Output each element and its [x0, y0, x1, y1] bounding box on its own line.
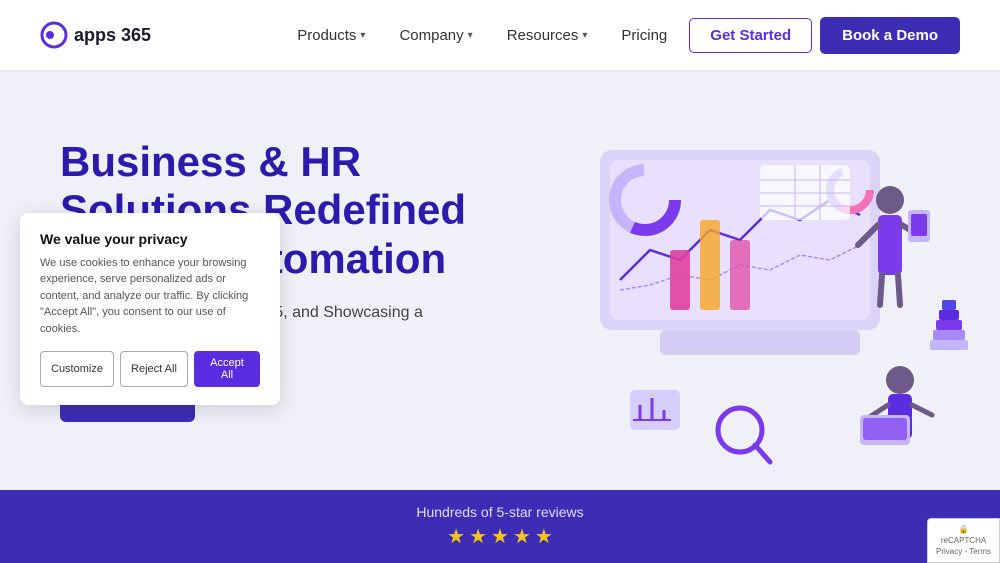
- review-text: Hundreds of 5-star reviews: [416, 504, 583, 520]
- recaptcha-label: 🔒: [959, 525, 969, 534]
- nav-link-company[interactable]: Company ▾: [387, 21, 484, 50]
- chevron-down-icon: ▾: [360, 30, 365, 41]
- book-demo-button[interactable]: Book a Demo: [820, 17, 960, 54]
- chevron-down-icon: ▾: [468, 30, 473, 41]
- cookie-body: We use cookies to enhance your browsing …: [40, 255, 260, 338]
- star-3: ★: [491, 524, 509, 549]
- recaptcha-badge: 🔒 reCAPTCHA Privacy - Terms: [927, 518, 1000, 563]
- star-4: ★: [513, 524, 531, 549]
- cookie-accept-button[interactable]: Accept All: [194, 351, 260, 387]
- nav-item-products[interactable]: Products ▾: [285, 21, 377, 50]
- nav-item-pricing[interactable]: Pricing: [609, 21, 679, 50]
- bottom-section: Hundreds of 5-star reviews ★ ★ ★ ★ ★: [0, 490, 1000, 563]
- navbar: apps 365 Products ▾ Company ▾ Resources …: [0, 0, 1000, 70]
- cookie-customize-button[interactable]: Customize: [40, 351, 114, 387]
- logo-text: apps 365: [74, 25, 151, 46]
- nav-links: Products ▾ Company ▾ Resources ▾ Pricing: [285, 21, 679, 50]
- logo[interactable]: apps 365: [40, 21, 151, 49]
- cookie-banner: We value your privacy We use cookies to …: [20, 213, 280, 406]
- nav-item-company[interactable]: Company ▾: [387, 21, 484, 50]
- nav-item-resources[interactable]: Resources ▾: [495, 21, 600, 50]
- star-5: ★: [535, 524, 553, 549]
- cookie-reject-button[interactable]: Reject All: [120, 351, 188, 387]
- chevron-down-icon: ▾: [582, 30, 587, 41]
- star-1: ★: [447, 524, 465, 549]
- star-2: ★: [469, 524, 487, 549]
- hero-section: Business & HR Solutions Redefined With A…: [0, 70, 1000, 490]
- get-started-button[interactable]: Get Started: [689, 18, 812, 53]
- nav-link-resources[interactable]: Resources ▾: [495, 21, 600, 50]
- star-rating: ★ ★ ★ ★ ★: [447, 524, 553, 549]
- cookie-buttons: Customize Reject All Accept All: [40, 351, 260, 387]
- logo-icon: [40, 21, 68, 49]
- recaptcha-links: Privacy - Terms: [936, 547, 991, 556]
- cookie-title: We value your privacy: [40, 231, 260, 247]
- recaptcha-title: reCAPTCHA: [941, 536, 986, 545]
- nav-link-products[interactable]: Products ▾: [285, 21, 377, 50]
- hero-illustration: [540, 90, 970, 470]
- nav-link-pricing[interactable]: Pricing: [609, 21, 679, 50]
